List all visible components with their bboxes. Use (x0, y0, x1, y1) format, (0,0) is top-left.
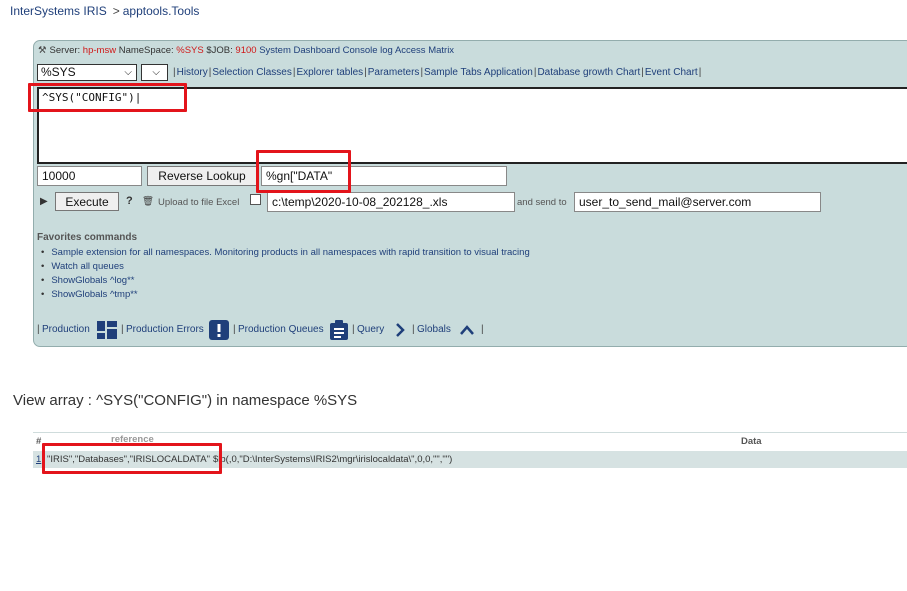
nav-history[interactable]: History (177, 67, 208, 78)
nav-parameters[interactable]: Parameters (368, 67, 420, 78)
file-path-input[interactable]: c:\temp\2020-10-08_202128_.xls (267, 192, 515, 212)
favorites-title: Favorites commands (37, 232, 138, 243)
globals-link[interactable]: Globals (417, 319, 451, 341)
col-num-header: # (36, 436, 42, 447)
favorite-item[interactable]: Sample extension for all namespaces. Mon… (41, 246, 529, 260)
breadcrumb-home-link[interactable]: InterSystems IRIS (10, 4, 107, 18)
history-select[interactable]: ⌵ (141, 64, 168, 81)
server-value: hp-msw (82, 45, 117, 56)
tools-icon[interactable]: ⚒ (38, 45, 47, 56)
chevron-down-icon: ⌵ (152, 67, 160, 78)
nav-links: |History|Selection Classes|Explorer tabl… (173, 67, 702, 78)
job-label: $JOB: (206, 45, 233, 56)
favorite-item[interactable]: ShowGlobals ^tmp** (41, 288, 530, 302)
chevron-down-icon: ⌵ (124, 67, 132, 78)
production-errors-link[interactable]: Production Errors (126, 319, 204, 341)
breadcrumb-current[interactable]: apptools.Tools (123, 4, 200, 18)
limit-input[interactable]: 10000 (37, 166, 142, 186)
upload-label: Upload to file Excel (158, 197, 240, 208)
namespace-label: NameSpace: (118, 45, 174, 56)
production-link[interactable]: Production (42, 319, 90, 341)
namespace-select[interactable]: %SYS ⌵ (37, 64, 137, 81)
chevron-right-icon[interactable] (394, 323, 406, 337)
console-log-link[interactable]: Console log (343, 45, 393, 56)
alert-icon[interactable] (209, 320, 229, 340)
nav-explorer-tables[interactable]: Explorer tables (296, 67, 363, 78)
send-label: and send to (517, 197, 567, 208)
breadcrumb-separator: > (112, 4, 120, 18)
job-value: 9100 (235, 45, 257, 56)
trash-icon[interactable]: 🗑 (142, 196, 154, 207)
highlight-box-filter (256, 150, 351, 193)
production-queues-link[interactable]: Production Queues (238, 319, 324, 341)
namespace-value: %SYS (176, 45, 204, 56)
highlight-box-code (28, 83, 187, 112)
nav-selection-classes[interactable]: Selection Classes (212, 67, 291, 78)
info-bar: ⚒ Server: hp-msw NameSpace: %SYS $JOB: 91… (38, 45, 454, 56)
view-array-title: View array : ^SYS("CONFIG") in namespace… (13, 392, 358, 409)
favorites-list: Sample extension for all namespaces. Mon… (41, 246, 530, 302)
favorite-item[interactable]: Watch all queues (41, 260, 530, 274)
system-dashboard-link[interactable]: System Dashboard (259, 45, 340, 56)
nav-sample-tabs[interactable]: Sample Tabs Application (424, 67, 533, 78)
access-matrix-link[interactable]: Access Matrix (395, 45, 454, 56)
row-number-link[interactable]: 1 (36, 451, 41, 468)
nav-db-growth-chart[interactable]: Database growth Chart (537, 67, 640, 78)
favorite-item[interactable]: ShowGlobals ^log** (41, 274, 530, 288)
row-data: $lb(,0,"D:\InterSystems\IRIS2\mgr\irislo… (213, 454, 453, 465)
help-icon[interactable]: ? (126, 195, 133, 207)
nav-event-chart[interactable]: Event Chart (645, 67, 698, 78)
reverse-lookup-button[interactable]: Reverse Lookup (147, 166, 257, 186)
server-label: Server: (49, 45, 81, 56)
breadcrumb: InterSystems IRIS > apptools.Tools (10, 4, 199, 18)
highlight-box-reference (42, 443, 222, 474)
execute-button[interactable]: Execute (55, 192, 119, 211)
col-data-header: Data (741, 436, 762, 447)
email-input[interactable]: user_to_send_mail@server.com (574, 192, 821, 212)
query-link[interactable]: Query (357, 319, 384, 341)
clipboard-icon[interactable] (330, 320, 348, 340)
expand-arrow-icon[interactable]: ▶ (40, 196, 48, 207)
chevron-up-icon[interactable] (460, 324, 474, 336)
upload-checkbox[interactable] (250, 194, 261, 205)
production-icon[interactable] (97, 321, 117, 339)
namespace-select-value: %SYS (41, 65, 76, 79)
